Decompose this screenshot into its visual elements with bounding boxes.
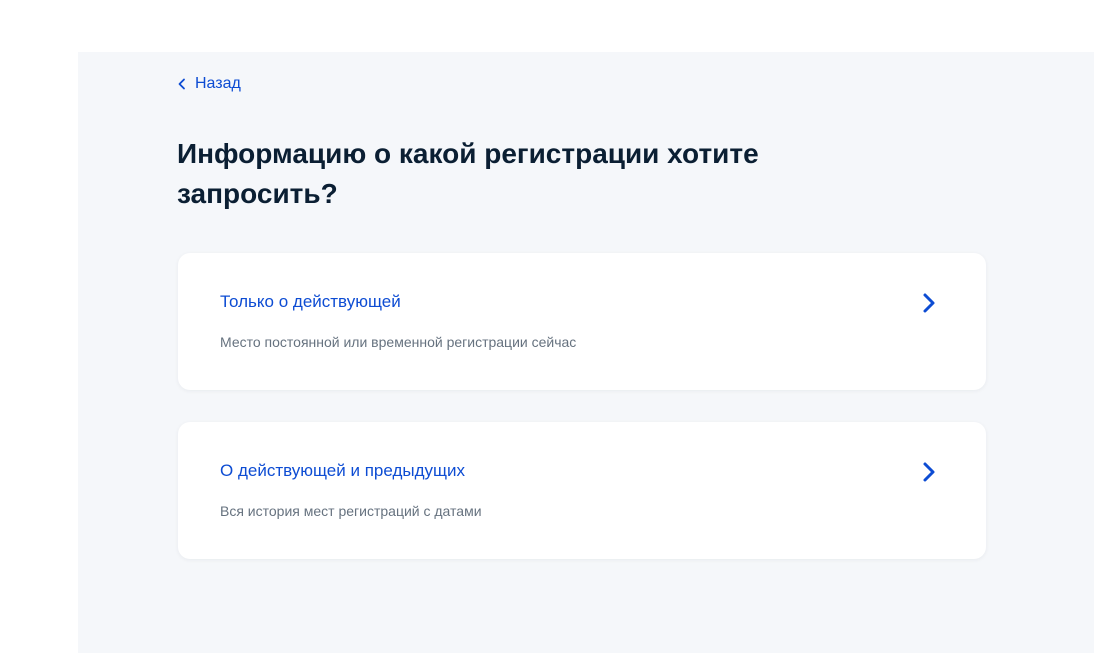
chevron-left-icon (178, 78, 185, 90)
option-description: Вся история мест регистраций с датами (220, 503, 482, 519)
option-description: Место постоянной или временной регистрац… (220, 334, 577, 350)
page-title: Информацию о какой регистрации хотите за… (177, 138, 759, 209)
back-link[interactable]: Назад (177, 73, 241, 95)
option-card-current-and-previous[interactable]: О действующей и предыдущих Вся история м… (178, 422, 986, 559)
option-card-current[interactable]: Только о действующей Место постоянной ил… (178, 253, 986, 390)
back-link-label: Назад (195, 75, 241, 92)
chevron-right-icon (923, 462, 935, 482)
option-title: О действующей и предыдущих (220, 461, 465, 480)
option-title: Только о действующей (220, 292, 401, 311)
chevron-right-icon (923, 293, 935, 313)
